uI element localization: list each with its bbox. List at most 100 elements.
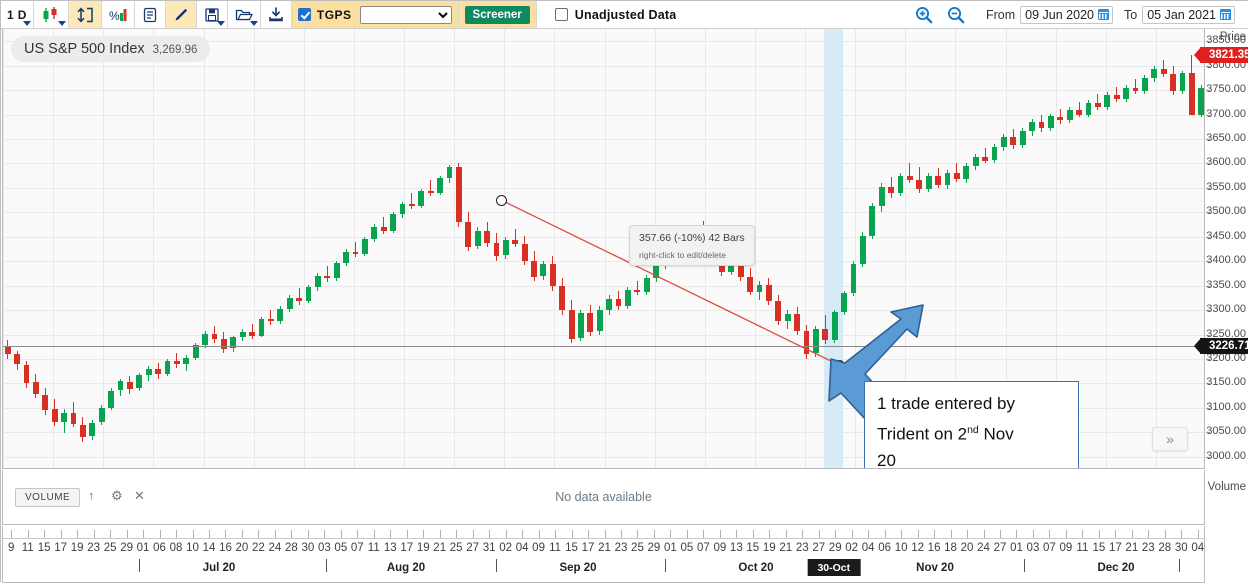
candlestick	[1113, 87, 1120, 102]
draw-tool-button[interactable]	[165, 1, 197, 28]
calendar-icon[interactable]	[1097, 9, 1109, 20]
time-day-label: 10	[894, 542, 908, 554]
candlestick	[211, 325, 218, 344]
calendar-icon[interactable]	[1220, 9, 1231, 20]
candlestick-body	[954, 173, 960, 180]
time-tick-mark	[472, 530, 474, 538]
time-day-label: 02	[499, 542, 513, 554]
time-tick-mark	[1164, 530, 1166, 538]
time-day-label: 29	[828, 542, 842, 554]
notes-button[interactable]	[134, 1, 166, 28]
time-tick-mark	[703, 530, 705, 538]
trendline-end-handle[interactable]	[833, 359, 845, 371]
tgps-select[interactable]	[359, 5, 452, 24]
candlestick	[371, 224, 378, 242]
time-day-label: 03	[1026, 542, 1040, 554]
time-day-label: 12	[911, 542, 925, 554]
time-day-label: 17	[581, 542, 595, 554]
tgps-checkbox[interactable]	[297, 8, 311, 21]
scale-fit-icon	[77, 6, 93, 23]
candlestick	[1001, 134, 1007, 151]
download-button[interactable]	[260, 1, 292, 28]
volume-no-data-message: No data available	[555, 490, 652, 504]
time-tick-mark	[1181, 530, 1183, 538]
candlestick-body	[747, 276, 754, 292]
open-chart-button[interactable]	[227, 1, 261, 28]
candlestick	[437, 176, 443, 195]
zoom-out-button[interactable]	[940, 1, 972, 28]
time-day-label: 14	[202, 542, 216, 554]
timeframe-selector[interactable]: 1 D	[1, 1, 34, 28]
expand-panel-button[interactable]: »	[1152, 427, 1188, 451]
candlestick-body	[126, 382, 133, 390]
candlestick	[23, 360, 30, 389]
zoom-in-button[interactable]	[908, 1, 940, 28]
price-axis[interactable]: Price 3850.00 3800.00 3750.00 3700.00 3650.0…	[1194, 29, 1248, 493]
to-date-field[interactable]: 05 Jan 2021	[1142, 5, 1235, 24]
percent-scale-button[interactable]: %	[101, 1, 135, 28]
candlestick	[484, 222, 490, 247]
screener-button[interactable]: Screener	[464, 5, 530, 24]
zoom-in-icon	[915, 6, 933, 23]
time-tick-mark	[1115, 530, 1117, 538]
candlestick-body	[1029, 122, 1036, 132]
candlestick-body	[1048, 116, 1054, 129]
price-tick-mark	[1206, 432, 1210, 434]
candlestick-body	[559, 285, 566, 311]
time-day-label: 15	[1092, 542, 1106, 554]
time-tick-mark	[1065, 530, 1067, 538]
candlestick-body	[408, 204, 415, 207]
time-tick-mark	[406, 530, 408, 538]
symbol-title: US S&P 500 Index	[24, 41, 145, 57]
gridline-vertical	[103, 29, 105, 468]
time-month-label: Sep 20	[559, 562, 597, 574]
time-axis[interactable]: 9 11 15 17 19 23 25 29 01 06 08 10 14 16 20 22 24 28 30 03 0…	[2, 526, 1205, 583]
candlestick	[1038, 114, 1045, 133]
price-plot[interactable]: 357.66 (-10%) 42 Bars right-click to edi…	[2, 29, 1205, 469]
time-day-label: 06	[153, 542, 166, 554]
candlestick-body	[1057, 116, 1064, 121]
timeframe-label: 1 D	[7, 7, 27, 22]
time-day-label: 28	[284, 542, 298, 554]
gridline-horizontal	[3, 187, 1204, 189]
gridline-vertical	[303, 29, 305, 468]
time-tick-mark	[307, 530, 309, 538]
candlestick	[286, 295, 293, 313]
price-tick-mark	[1206, 114, 1210, 116]
candlestick	[79, 416, 86, 443]
month-separator	[1179, 559, 1180, 572]
candlestick-body	[756, 284, 763, 292]
price-tick-mark	[1206, 407, 1210, 409]
candlestick-body	[98, 407, 105, 422]
measure-tooltip-hint: right-click to edit/delete	[639, 250, 726, 260]
price-tick-label: 3300.00	[1206, 303, 1246, 316]
autoscale-button[interactable]	[68, 1, 102, 28]
to-date-value: 05 Jan 2021	[1147, 7, 1216, 22]
save-chart-button[interactable]	[196, 1, 228, 28]
time-tick-mark	[291, 530, 293, 538]
candlestick-body	[183, 358, 190, 364]
gridline-vertical	[1155, 29, 1157, 468]
time-tick-mark	[110, 530, 112, 538]
candlestick	[4, 340, 11, 359]
symbol-badge[interactable]: US S&P 500 Index 3,269.96	[11, 36, 211, 62]
candlestick-body	[465, 222, 472, 247]
time-tick-mark	[1197, 530, 1199, 538]
time-day-label: 24	[268, 542, 282, 554]
candlestick	[230, 335, 237, 352]
time-tick-mark	[126, 530, 128, 538]
candlestick-body	[399, 204, 406, 215]
candlestick	[277, 306, 284, 324]
chevron-down-icon	[22, 21, 31, 26]
chart-type-candlestick-button[interactable]	[33, 1, 69, 28]
candlestick	[784, 310, 791, 329]
candlestick-body	[869, 206, 876, 236]
from-date-field[interactable]: 09 Jun 2020	[1020, 5, 1113, 24]
trendline-start-handle[interactable]	[495, 194, 507, 206]
time-day-label: 22	[252, 542, 265, 554]
candlestick	[907, 163, 913, 183]
trade-callout-box[interactable]: 1 trade entered by Trident on 2nd Nov 20	[864, 381, 1079, 468]
candlestick	[831, 310, 838, 344]
candlestick-body	[493, 242, 500, 257]
unadjusted-data-checkbox[interactable]	[554, 8, 568, 21]
